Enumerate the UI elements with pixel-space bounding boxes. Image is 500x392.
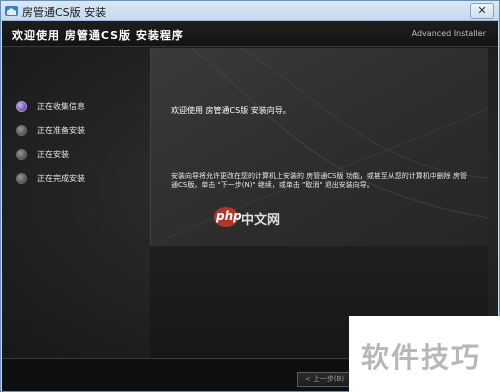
php-logo-text: php — [216, 209, 242, 223]
back-button[interactable]: < 上一步(B) — [297, 372, 352, 387]
site-watermark-text: 软件技巧 — [361, 341, 482, 374]
decorative-swirl — [151, 48, 489, 246]
php-cn-text: 中文网 — [241, 213, 281, 228]
header-band: 欢迎使用 房管通CS版 安装程序 Advanced Installer — [2, 21, 498, 47]
step-active-icon — [16, 101, 27, 112]
step-installing: 正在安装 — [16, 147, 156, 163]
step-label: 正在完成安装 — [37, 174, 85, 183]
window-title: 房管通CS版 安装 — [22, 6, 107, 19]
brand-label: Advanced Installer — [411, 29, 486, 38]
step-label: 正在准备安装 — [37, 126, 85, 135]
step-collect-info: 正在收集信息 — [16, 99, 156, 115]
welcome-panel: 欢迎使用 房管通CS版 安装向导。 安装向导将允许更改在您的计算机上安装的 房管… — [150, 48, 489, 246]
title-bar[interactable]: 房管通CS版 安装 ✕ — [1, 1, 499, 21]
panel-heading: 欢迎使用 房管通CS版 安装向导。 — [171, 106, 291, 115]
step-pending-icon — [16, 125, 27, 136]
step-label: 正在安装 — [37, 150, 69, 159]
header-title: 欢迎使用 房管通CS版 安装程序 — [12, 29, 184, 42]
step-pending-icon — [16, 149, 27, 160]
site-watermark: 软件技巧 — [349, 316, 500, 392]
close-button[interactable]: ✕ — [470, 3, 494, 19]
step-prepare-install: 正在准备安装 — [16, 123, 156, 139]
step-pending-icon — [16, 173, 27, 184]
step-label: 正在收集信息 — [37, 102, 85, 111]
panel-description: 安装向导将允许更改在您的计算机上安装的 房管通CS版 功能，或甚至从您的计算机中… — [171, 172, 468, 189]
step-finishing: 正在完成安装 — [16, 171, 156, 187]
app-icon — [5, 6, 18, 16]
